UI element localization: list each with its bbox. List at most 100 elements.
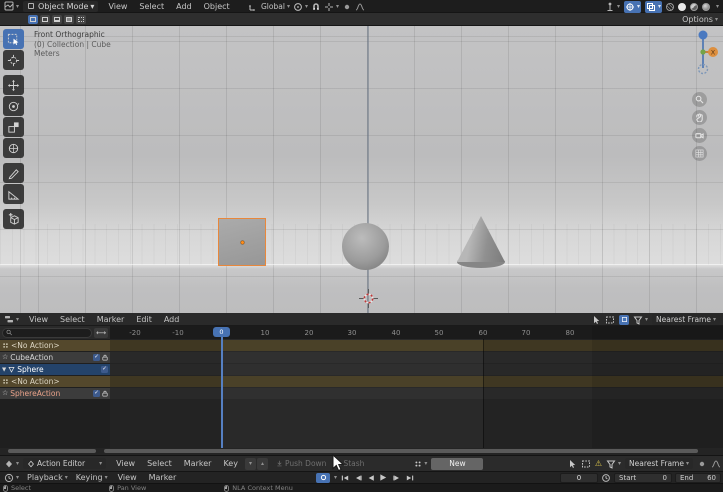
shading-solid-button[interactable] — [678, 3, 686, 11]
shading-wireframe-button[interactable] — [666, 3, 674, 11]
tweak-tool-icon[interactable] — [591, 315, 601, 325]
jump-to-start-button[interactable] — [339, 473, 350, 483]
tweak-tool-icon[interactable] — [567, 459, 577, 469]
expand-channels-button[interactable]: ⟷ — [94, 328, 108, 338]
pivot-select[interactable]: ▾ — [293, 2, 308, 12]
nla-menu-edit[interactable]: Edit — [130, 313, 158, 326]
select-mode-subtract-button[interactable] — [52, 15, 62, 24]
play-reverse-button[interactable] — [365, 473, 376, 483]
nla-menu-marker[interactable]: Marker — [91, 313, 131, 326]
marquee-select-icon[interactable] — [605, 315, 615, 325]
snap-target-select[interactable]: ▾ — [324, 2, 339, 12]
tool-cursor[interactable] — [3, 50, 24, 70]
show-overlays-toggle[interactable]: ▾ — [624, 1, 641, 13]
push-down-button[interactable]: Push Down — [272, 458, 330, 470]
show-markers-toggle[interactable] — [619, 315, 629, 325]
play-button[interactable] — [378, 473, 389, 483]
tool-move[interactable] — [3, 75, 24, 95]
next-keyframe-button[interactable] — [391, 473, 402, 483]
strip-scrollbar[interactable] — [104, 449, 698, 453]
lock-icon[interactable] — [102, 390, 108, 397]
options-dropdown[interactable]: Options ▾ — [682, 14, 718, 25]
mute-checkbox[interactable]: ✓ — [101, 366, 108, 373]
menu-object[interactable]: Object — [198, 0, 236, 13]
toggle-perspective-button[interactable] — [692, 146, 707, 161]
act-menu-view[interactable]: View — [110, 457, 141, 470]
act-menu-select[interactable]: Select — [141, 457, 178, 470]
new-action-button[interactable]: New — [431, 458, 483, 470]
camera-view-button[interactable] — [692, 128, 707, 143]
select-mode-intersect-button[interactable] — [76, 15, 86, 24]
select-mode-invert-button[interactable] — [64, 15, 74, 24]
proportional-edit-icon[interactable] — [342, 2, 352, 12]
jump-to-end-button[interactable] — [404, 473, 415, 483]
mute-checkbox[interactable]: ✓ — [93, 390, 100, 397]
tool-annotate[interactable] — [3, 163, 24, 183]
falloff-curve-icon[interactable] — [711, 459, 721, 469]
select-mode-extend-button[interactable] — [40, 15, 50, 24]
tool-select-box[interactable] — [3, 29, 24, 49]
channel-search-input[interactable] — [12, 329, 88, 336]
playback-dropdown[interactable]: Playback▾ — [23, 473, 72, 482]
pan-view-button[interactable] — [692, 110, 707, 125]
mute-checkbox[interactable]: ✓ — [93, 354, 100, 361]
channel-scrollbar[interactable] — [8, 449, 96, 453]
tool-scale[interactable] — [3, 117, 24, 137]
channel-cubeaction-track[interactable]: ☆ CubeAction ✓ — [0, 352, 110, 363]
viewport-3d[interactable]: Front Orthographic (0) Collection | Cube… — [0, 26, 723, 313]
sphere-object[interactable] — [342, 223, 389, 270]
mode-select[interactable]: Object Mode ▾ — [23, 1, 98, 12]
tool-measure[interactable] — [3, 184, 24, 204]
dopesheet-editor-type-button[interactable]: ▾ — [0, 457, 23, 470]
lock-icon[interactable] — [102, 354, 108, 361]
cube-object[interactable] — [218, 218, 266, 266]
tool-rotate[interactable] — [3, 96, 24, 116]
nla-menu-select[interactable]: Select — [54, 313, 91, 326]
prev-keyframe-button[interactable] — [352, 473, 363, 483]
current-frame-field[interactable]: 0 — [560, 473, 598, 483]
tool-transform[interactable] — [3, 138, 24, 158]
shading-rendered-button[interactable] — [702, 3, 710, 11]
channel-sphere-object[interactable]: ▼ Sphere ✓ — [0, 364, 110, 375]
menu-add[interactable]: Add — [170, 0, 198, 13]
current-frame-indicator[interactable]: 0 — [213, 327, 230, 337]
nla-strip-area[interactable] — [110, 339, 723, 448]
nla-editor-type-button[interactable]: ▾ — [0, 313, 23, 326]
tl-menu-marker[interactable]: Marker — [143, 471, 183, 484]
orientation-select[interactable]: Global ▾ — [261, 2, 290, 11]
auto-keying-button[interactable] — [316, 473, 330, 483]
dopesheet-mode-select[interactable]: Action Editor ▾ — [23, 458, 106, 469]
falloff-curve-icon[interactable] — [355, 2, 365, 12]
zoom-view-button[interactable] — [692, 92, 707, 107]
nla-filter-button[interactable]: ▾ — [633, 315, 648, 325]
keying-dropdown[interactable]: Keying▾ — [72, 473, 112, 482]
shading-material-button[interactable] — [690, 3, 698, 11]
nla-snap-select[interactable]: Nearest Frame ▾ — [652, 314, 720, 325]
timeline-editor-type-button[interactable]: ▾ — [0, 471, 23, 484]
xray-toggle[interactable]: ▾ — [645, 1, 662, 13]
channel-search-box[interactable] — [2, 328, 92, 338]
menu-select[interactable]: Select — [133, 0, 170, 13]
show-gizmo-toggle[interactable]: ▾ — [605, 2, 620, 12]
channel-sphere-no-action[interactable]: <No Action> — [0, 376, 110, 387]
end-frame-field[interactable]: End 60 — [675, 473, 721, 483]
nla-menu-add[interactable]: Add — [158, 313, 186, 326]
solo-star-icon[interactable]: ☆ — [2, 390, 8, 397]
editor-type-button[interactable]: ▾ — [0, 0, 23, 13]
channel-cube-no-action[interactable]: <No Action> — [0, 340, 110, 351]
solo-star-icon[interactable]: ☆ — [2, 354, 8, 361]
act-filter-button[interactable]: ▾ — [606, 459, 621, 469]
channel-sphereaction-track[interactable]: ☆ SphereAction ✓ — [0, 388, 110, 399]
act-snap-select[interactable]: Nearest Frame ▾ — [625, 458, 693, 469]
new-action-browse-dropdown[interactable]: ▾ — [410, 458, 431, 470]
navigation-gizmo[interactable]: X — [689, 28, 719, 82]
nla-menu-view[interactable]: View — [23, 313, 54, 326]
act-menu-marker[interactable]: Marker — [178, 457, 218, 470]
act-menu-key[interactable]: Key — [217, 457, 244, 470]
playhead-line[interactable] — [221, 336, 223, 448]
start-frame-field[interactable]: Start 0 — [614, 473, 672, 483]
select-mode-set-button[interactable] — [28, 15, 38, 24]
pin-action-button[interactable]: ▾ — [257, 458, 268, 470]
snap-magnet-icon[interactable] — [311, 2, 321, 12]
expand-triangle-icon[interactable]: ▼ — [2, 367, 6, 373]
